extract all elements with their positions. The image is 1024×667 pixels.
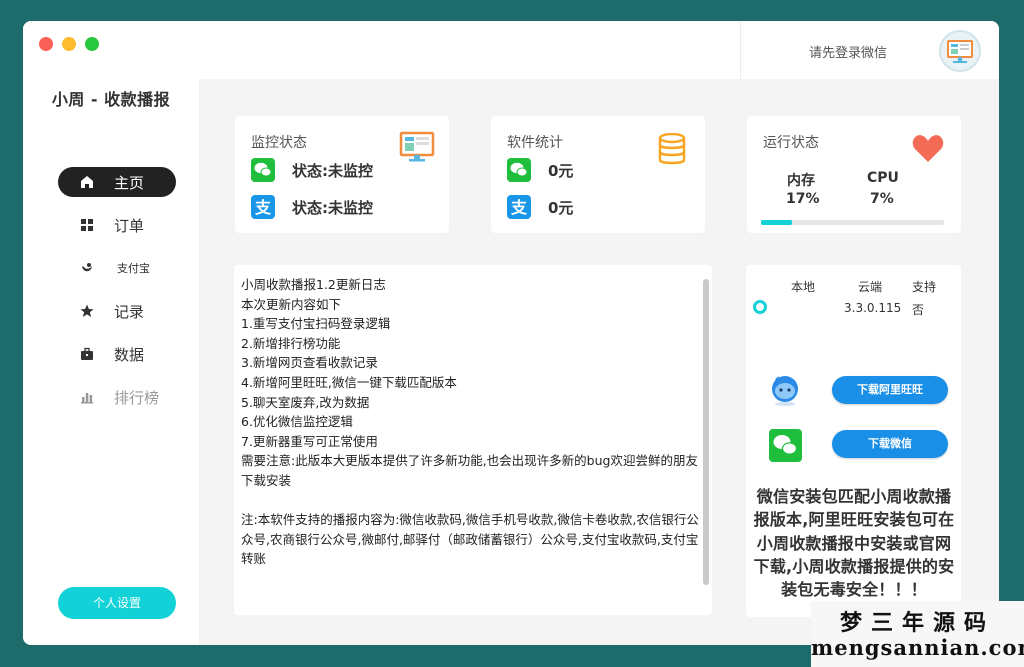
heart-icon: [912, 135, 944, 162]
header-local: 本地: [791, 280, 816, 294]
memory-progress-fill: [761, 220, 793, 225]
sidebar-item-orders[interactable]: 订单: [58, 210, 176, 240]
monitor-status-card: 监控状态 状态:未监控 支 状态:未监控: [235, 116, 449, 233]
database-icon: [658, 133, 686, 165]
sidebar-item-label: 数据: [114, 345, 145, 364]
status-ring-icon: [753, 300, 767, 314]
wechat-amount-row: 0元: [507, 158, 573, 182]
sidebar-item-label: 支付宝: [117, 262, 150, 275]
sidebar-item-label: 记录: [114, 302, 145, 321]
monitor-avatar-icon: [947, 40, 973, 63]
star-icon: [80, 304, 94, 317]
memory-progress-track: [761, 220, 944, 225]
window-controls: [39, 37, 99, 51]
card-title: 软件统计: [507, 135, 563, 151]
sidebar-item-home[interactable]: 主页: [58, 167, 176, 197]
log-line: 2.新增排行榜功能: [241, 335, 341, 351]
sidebar-item-ranking[interactable]: 排行榜: [58, 382, 176, 412]
log-line: 1.重写支付宝扫码登录逻辑: [241, 316, 391, 332]
sidebar: 小周 - 收款播报 主页 订单 支付宝 记录 数据 排行榜 个人设置: [23, 21, 199, 645]
minimize-window-button[interactable]: [62, 37, 76, 51]
sidebar-item-data[interactable]: 数据: [58, 339, 176, 369]
sidebar-item-label: 排行榜: [114, 388, 160, 407]
svg-text:支: 支: [510, 198, 528, 217]
wechat-status-row: 状态:未监控: [251, 158, 373, 182]
log-line: 本次更新内容如下: [241, 296, 342, 312]
watermark: 梦三年源码 mengsannian.com: [811, 601, 1024, 667]
briefcase-icon: [81, 347, 93, 360]
maximize-window-button[interactable]: [85, 37, 99, 51]
watermark-domain: mengsannian.com: [811, 635, 1024, 660]
card-title: 监控状态: [251, 135, 307, 151]
log-line: 4.新增阿里旺旺,微信一键下载匹配版本: [241, 374, 457, 390]
home-icon: [81, 176, 93, 188]
aliwangwang-icon: [772, 376, 798, 406]
grid-icon: [81, 219, 93, 231]
wechat-status-text: 状态:未监控: [292, 161, 373, 180]
download-aliwangwang-button[interactable]: 下载阿里旺旺: [832, 376, 948, 404]
cpu-value: 7%: [870, 191, 894, 207]
personal-settings-button[interactable]: 个人设置: [58, 587, 176, 619]
app-title: 小周 - 收款播报: [51, 90, 171, 109]
update-log-text: 小周收款播报1.2更新日志 本次更新内容如下 1.重写支付宝扫码登录逻辑 2.新…: [241, 275, 699, 569]
installer-notice: 微信安装包匹配小周收款播报版本,阿里旺旺安装包可在小周收款播报中安装或官网下载,…: [753, 487, 955, 600]
wechat-amount-text: 0元: [548, 161, 574, 180]
monitor-icon: [399, 131, 435, 162]
support-value: 否: [912, 303, 925, 317]
runtime-status-card: 运行状态 内存 17% CPU 7%: [747, 116, 961, 233]
alipay-icon: 支: [251, 195, 275, 219]
top-bar: 请先登录微信: [199, 21, 999, 79]
wechat-app-icon: [769, 429, 802, 462]
alipay-status-row: 支 状态:未监控: [251, 195, 373, 219]
alipay-status-text: 状态:未监控: [292, 198, 373, 217]
header-cloud: 云端: [858, 280, 883, 294]
log-note: 注:本软件支持的播报内容为:微信收款码,微信手机号收款,微信卡卷收款,农信银行公…: [241, 512, 699, 567]
log-line: 6.优化微信监控逻辑: [241, 414, 353, 430]
memory-label: 内存: [787, 173, 815, 189]
sidebar-item-label: 主页: [114, 173, 145, 192]
log-scrollbar[interactable]: [703, 279, 709, 585]
download-wechat-button[interactable]: 下载微信: [832, 430, 948, 458]
login-status-link[interactable]: 请先登录微信: [809, 42, 887, 61]
log-line: 小周收款播报1.2更新日志: [241, 277, 386, 292]
wechat-icon: [507, 158, 531, 182]
alipay-leaf-icon: [82, 263, 92, 272]
app-window: 小周 - 收款播报 主页 订单 支付宝 记录 数据 排行榜 个人设置 请先登录微…: [23, 21, 999, 645]
memory-value: 17%: [786, 191, 820, 207]
alipay-amount-text: 0元: [548, 198, 574, 217]
close-window-button[interactable]: [39, 37, 53, 51]
sidebar-item-alipay[interactable]: 支付宝: [58, 253, 176, 283]
cpu-label: CPU: [867, 170, 899, 186]
alipay-icon: 支: [507, 195, 531, 219]
header-support: 支持: [912, 280, 937, 294]
avatar[interactable]: [939, 30, 981, 72]
sidebar-nav: 主页 订单 支付宝 记录 数据 排行榜: [58, 167, 176, 425]
update-log-panel[interactable]: 小周收款播报1.2更新日志 本次更新内容如下 1.重写支付宝扫码登录逻辑 2.新…: [234, 265, 712, 615]
log-line: 7.更新器重写可正常使用: [241, 433, 378, 449]
bar-chart-icon: [81, 393, 93, 404]
sidebar-item-label: 订单: [114, 216, 145, 235]
software-stats-card: 软件统计 0元 支 0元: [491, 116, 705, 233]
sidebar-item-records[interactable]: 记录: [58, 296, 176, 326]
watermark-title: 梦三年源码: [839, 611, 995, 636]
cloud-version: 3.3.0.115: [844, 301, 902, 315]
wechat-icon: [251, 158, 275, 182]
log-line: 5.聊天室废弃,改为数据: [241, 394, 370, 410]
alipay-amount-row: 支 0元: [507, 195, 573, 219]
divider: [740, 21, 741, 79]
version-download-panel: 本地 云端 支持 3.3.0.115 否 下载阿里旺旺 下载微信 微信安装包匹配…: [746, 265, 961, 617]
log-line: 3.新增网页查看收款记录: [241, 355, 378, 371]
log-warning: 需要注意:此版本大更版本提供了许多新功能,也会出现许多新的bug欢迎尝鲜的朋友下…: [241, 453, 698, 488]
svg-text:支: 支: [254, 198, 272, 217]
card-title: 运行状态: [763, 135, 819, 151]
